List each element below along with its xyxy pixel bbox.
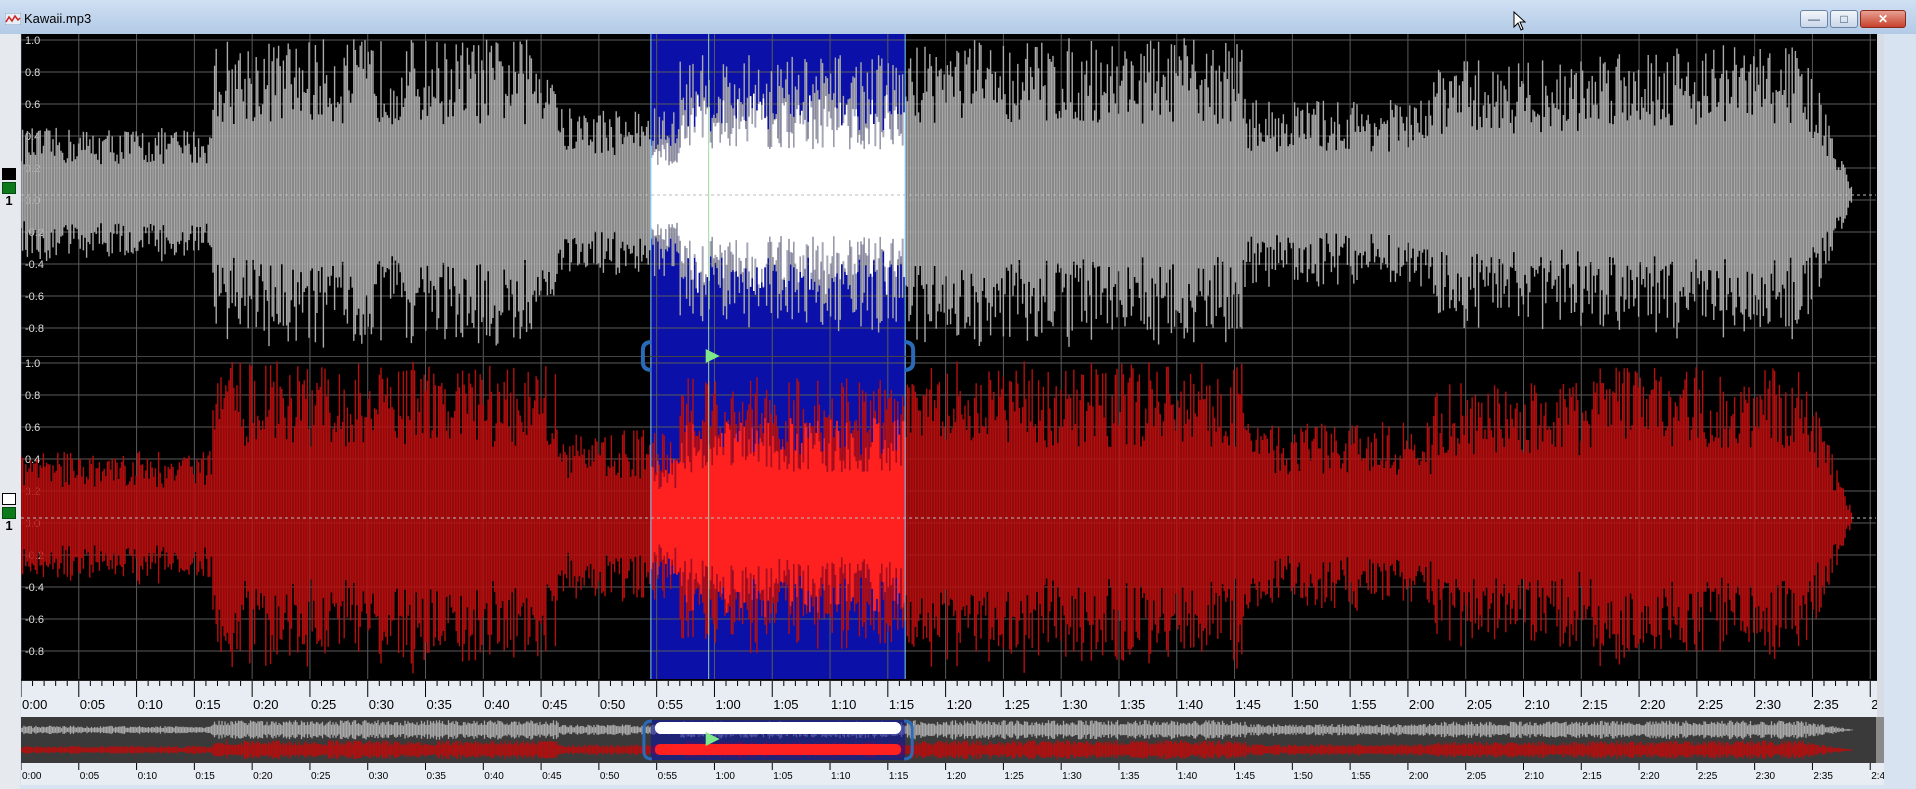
time-tick-label: 0:30	[369, 697, 394, 712]
overview-time-label: 0:30	[369, 771, 389, 782]
overview-time-label: 0:00	[22, 771, 42, 782]
overview-time-label: 2:35	[1813, 771, 1833, 782]
overview-time-label: 0:20	[253, 771, 273, 782]
overview-selected-channel-2	[654, 744, 902, 755]
amplitude-tick-label: -0.8	[25, 646, 44, 658]
channel-strip: 1 1	[0, 34, 20, 789]
overview-time-label: 0:15	[195, 771, 215, 782]
window-title: Kawaii.mp3	[24, 11, 92, 26]
amplitude-tick-label: 1.0	[25, 35, 40, 47]
time-tick-label: 2:35	[1813, 697, 1838, 712]
overview-time-label: 2:25	[1698, 771, 1718, 782]
time-tick-label: 1:20	[947, 697, 972, 712]
channel-1-mute-toggle[interactable]	[2, 168, 16, 180]
time-tick-label: 1:30	[1062, 697, 1087, 712]
overview-selected-channel-1	[654, 722, 902, 734]
minimize-button[interactable]: —	[1800, 10, 1828, 28]
time-tick-label: 1:35	[1120, 697, 1145, 712]
mouse-cursor-icon	[1513, 11, 1527, 31]
overview-time-label: 2:20	[1640, 771, 1660, 782]
overview-time-label: 2:15	[1582, 771, 1602, 782]
time-tick-label: 1:00	[715, 697, 740, 712]
amplitude-tick-label: 0.6	[25, 422, 40, 434]
overview-time-label: 1:00	[715, 771, 735, 782]
title-bar: Kawaii.mp3 — □ ✕	[0, 0, 1916, 34]
app-icon	[5, 13, 21, 25]
overview-time-label: 0:35	[427, 771, 447, 782]
time-tick-label: 0:55	[658, 697, 683, 712]
amplitude-tick-label: -0.4	[25, 259, 44, 271]
time-tick-label: 0:10	[138, 697, 163, 712]
vertical-scrollbar[interactable]	[1877, 34, 1884, 717]
time-tick-label: 1:40	[1178, 697, 1203, 712]
time-tick-label: 1:50	[1293, 697, 1318, 712]
close-button[interactable]: ✕	[1860, 10, 1906, 28]
time-tick-label: 0:20	[253, 697, 278, 712]
overview-time-label: 0:55	[658, 771, 678, 782]
amplitude-tick-label: -0.6	[25, 614, 44, 626]
amplitude-tick-label: 0.8	[25, 67, 40, 79]
overview-time-label: 1:25	[1004, 771, 1024, 782]
channel-2-label: 1	[5, 518, 13, 533]
overview-time-label: 2:10	[1524, 771, 1544, 782]
time-tick-label: 1:55	[1351, 697, 1376, 712]
overview-time-label: 1:45	[1236, 771, 1256, 782]
amplitude-tick-label: 0.6	[25, 99, 40, 111]
amplitude-tick-label: -0.8	[25, 323, 44, 335]
time-tick-label: 2:10	[1524, 697, 1549, 712]
time-tick-label: 0:50	[600, 697, 625, 712]
overview-time-label: 2:30	[1756, 771, 1776, 782]
amplitude-tick-label: 1.0	[25, 358, 40, 370]
overview-time-label: 1:10	[831, 771, 851, 782]
time-tick-label: 0:05	[80, 697, 105, 712]
overview-time-label: 1:05	[773, 771, 793, 782]
overview-time-label: 0:25	[311, 771, 331, 782]
overview-time-label: 1:20	[947, 771, 967, 782]
channel-1-controls: 1	[2, 168, 16, 208]
waveform-view[interactable]: 1.00.80.60.40.20.0-0.2-0.4-0.6-0.81.00.8…	[21, 34, 1884, 717]
amplitude-tick-label: -0.4	[25, 582, 44, 594]
overview-time-label: 2:05	[1467, 771, 1487, 782]
time-tick-label: 1:05	[773, 697, 798, 712]
overview-time-label: 2:00	[1409, 771, 1429, 782]
amplitude-tick-label: 0.8	[25, 390, 40, 402]
overview-time-label: 1:50	[1293, 771, 1313, 782]
time-tick-label: 1:25	[1004, 697, 1029, 712]
amplitude-tick-label: -0.6	[25, 291, 44, 303]
time-tick-label: 0:25	[311, 697, 336, 712]
overview-navigator[interactable]: 0:00 0:05 0:10 0:15 0:20 0:25 0:30 0:35 0:40 0:45…	[21, 717, 1884, 785]
channel-2-mute-toggle[interactable]	[2, 493, 16, 505]
time-tick-label: 0:15	[195, 697, 220, 712]
time-tick-label: 1:15	[889, 697, 914, 712]
time-tick-label: 2:25	[1698, 697, 1723, 712]
overview-time-label: 1:55	[1351, 771, 1371, 782]
overview-time-label: 0:40	[484, 771, 504, 782]
time-tick-label: 2:00	[1409, 697, 1434, 712]
time-tick-label: 2:15	[1582, 697, 1607, 712]
overview-time-label: 2:4	[1871, 771, 1884, 782]
overview-time-label: 1:30	[1062, 771, 1082, 782]
channel-2-controls: 1	[2, 493, 16, 533]
time-tick-label: 0:35	[427, 697, 452, 712]
overview-time-label: 0:05	[80, 771, 100, 782]
time-tick-label: 2:30	[1756, 697, 1781, 712]
amplitude-tick-label: 0.4	[25, 454, 40, 466]
overview-time-label: 0:45	[542, 771, 562, 782]
time-tick-label: 1:10	[831, 697, 856, 712]
time-tick-label: 0:00	[22, 697, 47, 712]
maximize-button[interactable]: □	[1830, 10, 1858, 28]
overview-time-label: 0:50	[600, 771, 620, 782]
time-tick-label: 2:05	[1467, 697, 1492, 712]
overview-time-label: 0:10	[138, 771, 158, 782]
time-tick-label: 0:40	[484, 697, 509, 712]
overview-time-label: 1:15	[889, 771, 909, 782]
overview-time-label: 1:35	[1120, 771, 1140, 782]
overview-time-label: 1:40	[1178, 771, 1198, 782]
time-tick-label: 2:20	[1640, 697, 1665, 712]
channel-1-label: 1	[5, 193, 13, 208]
time-tick-label: 1:45	[1236, 697, 1261, 712]
time-tick-label: 0:45	[542, 697, 567, 712]
